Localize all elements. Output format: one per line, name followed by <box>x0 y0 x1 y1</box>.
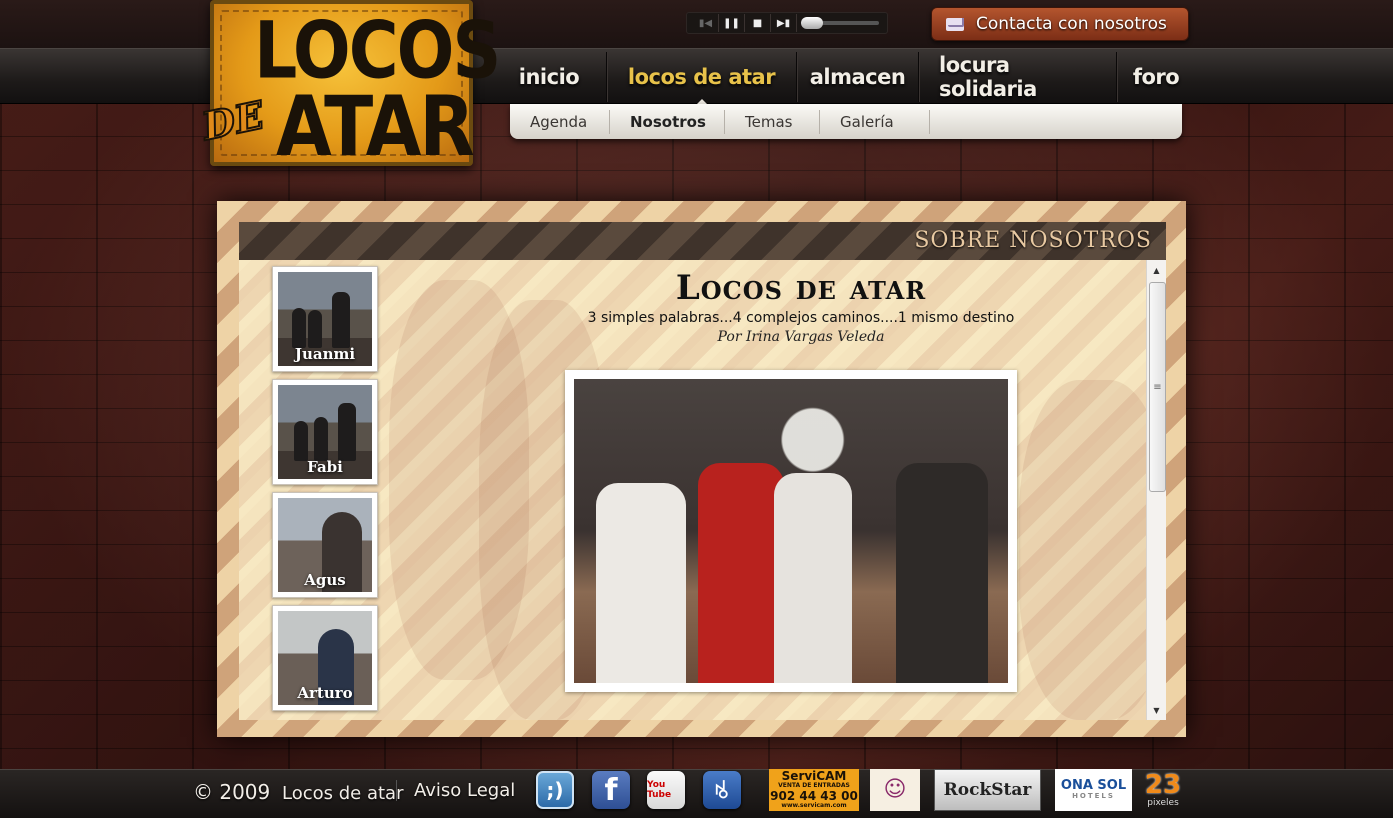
member-photo: Juanmi <box>278 272 372 366</box>
sponsor-ona-sol[interactable]: ONA SOL HOTELS <box>1055 769 1132 811</box>
contact-label: Contacta con nosotros <box>976 14 1167 34</box>
legal-link[interactable]: Aviso Legal <box>396 780 515 801</box>
subnav-item-agenda[interactable]: Agenda <box>510 109 610 134</box>
next-icon[interactable]: ▶▮ <box>771 14 797 32</box>
copyright-year: © 2009 <box>193 780 271 804</box>
band-photo <box>565 370 1017 692</box>
myspace-icon[interactable]: ꂚ <box>703 771 741 809</box>
member-photo: Fabi <box>278 385 372 479</box>
main-panel: SOBRE NOSOTROS Juanmi Fabi Agus Arturo L… <box>217 201 1186 737</box>
member-photo: Agus <box>278 498 372 592</box>
youtube-icon[interactable]: You Tube <box>647 771 685 809</box>
mail-icon <box>946 17 964 31</box>
band-photo-image <box>574 379 1008 683</box>
sponsor-mask-logo[interactable]: ☺ <box>870 769 920 811</box>
volume-slider[interactable] <box>801 17 879 29</box>
article-title: Locos de atar <box>675 268 927 308</box>
sponsor-ona-sol-tag: HOTELS <box>1072 792 1115 801</box>
member-list: Juanmi Fabi Agus Arturo <box>272 266 378 718</box>
copyright-name: Locos de atar <box>282 783 404 804</box>
member-card-arturo[interactable]: Arturo <box>272 605 378 711</box>
sponsor-servicam[interactable]: ServiCAM VENTA DE ENTRADAS 902 44 43 00 … <box>769 769 859 811</box>
subnav-item-galeria[interactable]: Galería <box>820 109 930 134</box>
volume-knob[interactable] <box>801 17 823 29</box>
article-lead: 3 simples palabras...4 complejos caminos… <box>587 310 1015 326</box>
scroll-thumb[interactable]: ≡ <box>1149 282 1166 492</box>
article-byline: Por Irina Vargas Veleda <box>717 329 885 345</box>
scroll-up-icon[interactable]: ▲ <box>1147 262 1166 278</box>
sponsor-23-tag: pixeles <box>1147 798 1179 809</box>
nav-item-foro[interactable]: foro <box>1117 52 1195 102</box>
sponsor-23-number: 23 <box>1144 769 1182 800</box>
contact-button[interactable]: Contacta con nosotros <box>931 7 1189 41</box>
pause-icon[interactable]: ❚❚ <box>719 14 745 32</box>
panel-header: SOBRE NOSOTROS <box>239 222 1166 260</box>
scroll-down-icon[interactable]: ▼ <box>1147 702 1166 718</box>
member-name: Arturo <box>297 684 353 702</box>
background-band-image-3 <box>1019 380 1166 720</box>
panel-content: Juanmi Fabi Agus Arturo Locos de atar 3 … <box>239 260 1166 720</box>
member-card-fabi[interactable]: Fabi <box>272 379 378 485</box>
member-card-agus[interactable]: Agus <box>272 492 378 598</box>
sponsor-servicam-web: www.servicam.com <box>781 802 847 810</box>
member-name: Fabi <box>307 458 343 476</box>
member-card-juanmi[interactable]: Juanmi <box>272 266 378 372</box>
content-scrollbar[interactable]: ▲ ≡ ▼ <box>1146 260 1166 720</box>
panel-title: SOBRE NOSOTROS <box>914 228 1152 253</box>
prev-icon[interactable]: ▮◀ <box>693 14 719 32</box>
stop-icon[interactable]: ■ <box>745 14 771 32</box>
article: Locos de atar 3 simples palabras...4 com… <box>539 268 1063 345</box>
music-player: ▮◀ ❚❚ ■ ▶▮ <box>686 12 888 34</box>
member-photo: Arturo <box>278 611 372 705</box>
member-name: Juanmi <box>294 345 356 363</box>
sub-nav: Agenda Nosotros Temas Galería <box>510 104 1182 139</box>
tuenti-icon[interactable]: ;) <box>536 771 574 809</box>
logo-word-atar: ATAR <box>276 78 475 175</box>
nav-item-almacen[interactable]: almacen <box>797 52 919 102</box>
copyright: © 2009 Locos de atar <box>193 780 403 804</box>
sponsor-23-pixeles[interactable]: 23 pixeles <box>1143 769 1183 811</box>
subnav-item-nosotros[interactable]: Nosotros <box>610 109 725 134</box>
site-logo[interactable]: LOCOS ATAR DE <box>190 0 501 175</box>
nav-item-inicio[interactable]: inicio <box>492 52 607 102</box>
subnav-item-temas[interactable]: Temas <box>725 109 820 134</box>
member-name: Agus <box>304 571 346 589</box>
sponsor-rockstar[interactable]: RockStar <box>934 769 1041 811</box>
nav-item-locura-solidaria[interactable]: locura solidaria <box>919 52 1117 102</box>
sponsor-ona-sol-name: ONA SOL <box>1060 778 1127 793</box>
nav-item-locos-de-atar[interactable]: locos de atar <box>607 52 797 106</box>
facebook-icon[interactable]: f <box>592 771 630 809</box>
main-nav: inicio locos de atar almacen locura soli… <box>492 52 1195 106</box>
